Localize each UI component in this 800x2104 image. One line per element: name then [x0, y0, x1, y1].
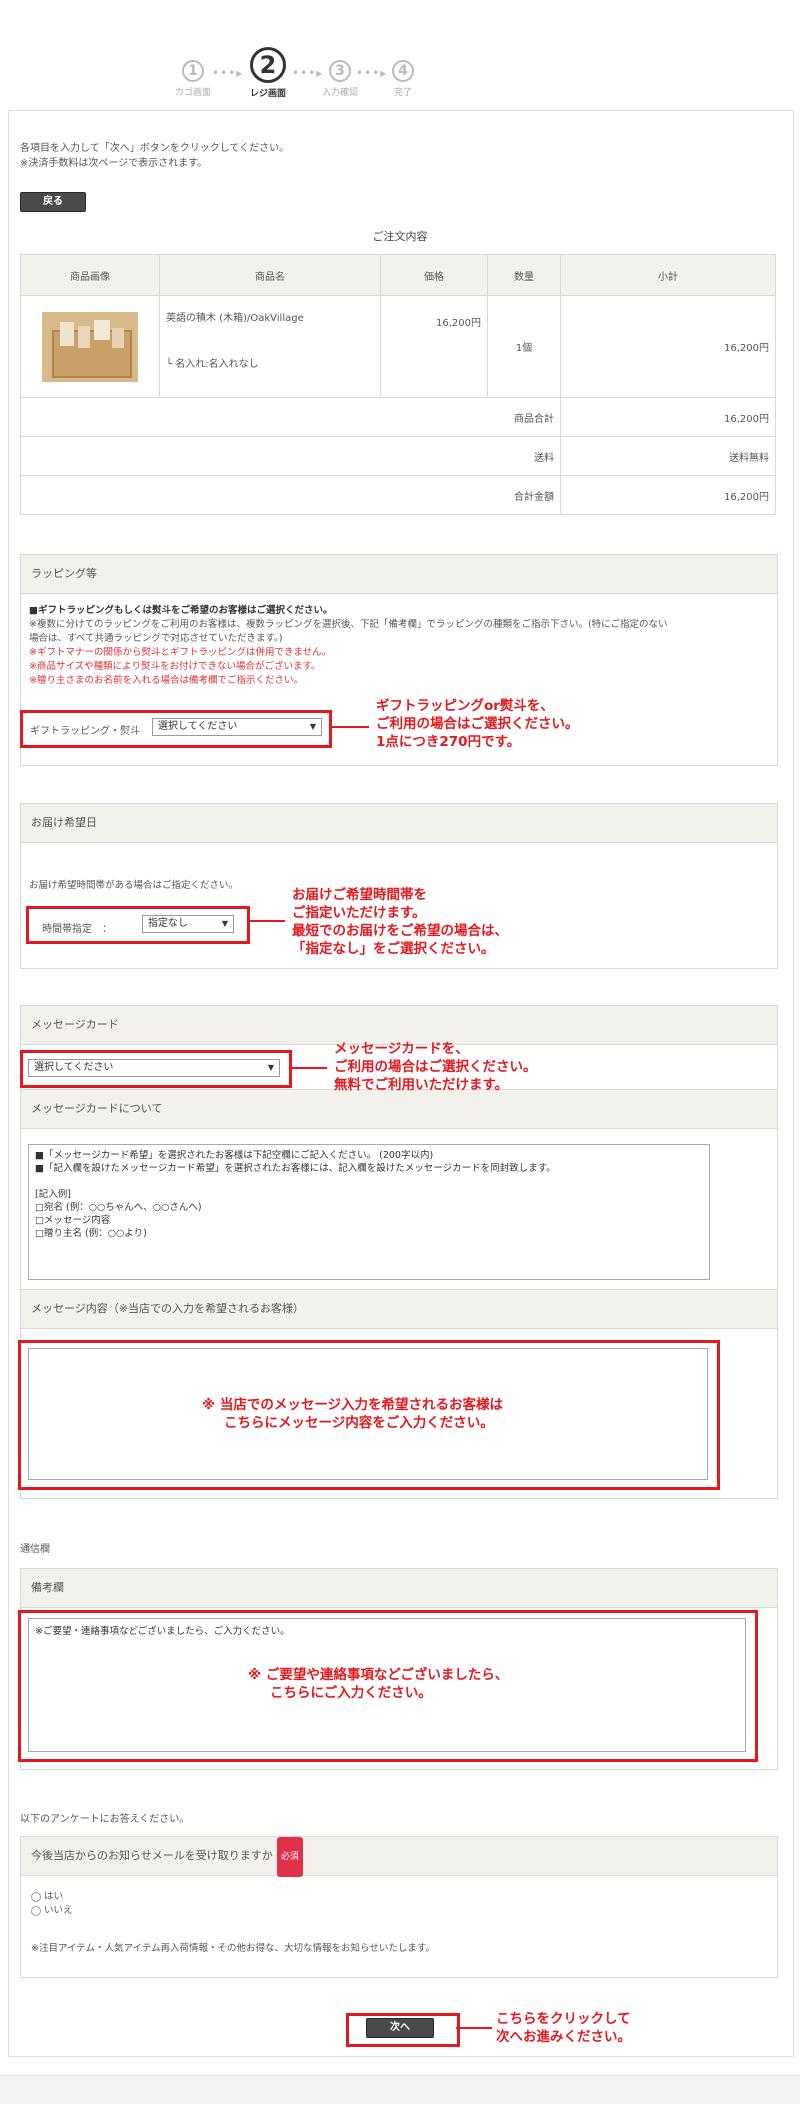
radio-icon[interactable]: [31, 1891, 41, 1902]
select-value: 指定なし: [148, 918, 188, 929]
step-register-current: 2 レジ画面: [243, 47, 293, 99]
dropdown-arrow-icon: ▼: [221, 919, 228, 928]
radio-yes[interactable]: はい: [31, 1890, 769, 1904]
dropdown-arrow-icon: ▼: [309, 722, 316, 731]
step-cart: 1 カゴ画面: [170, 60, 216, 98]
intro-note: ※決済手数料は次ページで表示されます。: [20, 158, 208, 169]
summary-value: 16,200円: [560, 397, 776, 437]
delivery-field-label: 時間帯指定 ：: [42, 924, 112, 935]
summary-row: 合計金額 16,200円: [20, 475, 776, 515]
col-header: 数量: [487, 254, 561, 296]
step-label: 完了: [393, 88, 412, 98]
wrapping-note: 場合は、すべて共通ラッピングで対応させていただきます。): [29, 633, 283, 644]
wrapping-annotation: ギフトラッピングor熨斗を、 ご利用の場合はご選択ください。 1点につき270円…: [376, 698, 579, 750]
remarks-title: 備考欄: [21, 1569, 777, 1608]
survey-options: はい いいえ ※注目アイテム・人気アイテム再入荷情報・その他お得な、大切な情報を…: [21, 1876, 777, 1956]
wrapping-field-label: ギフトラッピング・熨斗: [30, 726, 140, 737]
step-4-icon: 4: [392, 60, 414, 82]
radio-no[interactable]: いいえ: [31, 1904, 769, 1918]
wrapping-warning: ※商品サイズや種類により熨斗をお付けできない場合がございます。: [29, 661, 321, 672]
summary-label: 合計金額: [20, 475, 561, 515]
product-image[interactable]: [42, 311, 138, 382]
message-card-annotation: メッセージカードを、 ご利用の場合はご選択ください。 無料でご利用いただけます。: [334, 1041, 537, 1093]
message-content-title: メッセージ内容（※当店での入力を希望されるお客様）: [21, 1290, 777, 1329]
message-card-info-textarea[interactable]: ■「メッセージカード希望」を選択されたお客様は下記空欄にご記入ください。 (20…: [28, 1144, 710, 1280]
step-2-icon: 2: [250, 47, 286, 83]
step-label: カゴ画面: [174, 88, 211, 98]
intro-line: 各項目を入力して「次へ」ボタンをクリックしてください。: [20, 143, 290, 154]
callout-line: [247, 920, 285, 922]
summary-row: 商品合計 16,200円: [20, 397, 776, 437]
product-subtotal: 16,200円: [560, 295, 776, 398]
next-button[interactable]: 次へ: [366, 2018, 434, 2038]
col-header: 商品画像: [20, 254, 160, 296]
summary-row: 送料 送料無料: [20, 436, 776, 476]
remarks-annotation: ※ ご要望や連絡事項などございましたら、 こちらにご入力ください。: [248, 1667, 509, 1701]
delivery-note: お届け希望時間帯がある場合はご指定ください。: [29, 880, 239, 891]
communication-section-label: 通信欄: [20, 1544, 50, 1555]
delivery-time-select[interactable]: 指定なし ▼: [142, 915, 234, 933]
message-card-select[interactable]: 選択してください ▼: [28, 1059, 280, 1077]
required-badge: 必須: [276, 1837, 303, 1877]
next-annotation: こちらをクリックして 次へお進みください。: [496, 2011, 631, 2045]
product-image-cell: [20, 295, 160, 398]
survey-question: 今後当店からのお知らせメールを受け取りますか 必須: [21, 1837, 777, 1877]
step-arrow: •••▸: [356, 66, 388, 80]
col-header: 小計: [560, 254, 776, 296]
wrapping-bold-note: ■ギフトラッピングもしくは熨斗をご希望のお客様はご選択ください。: [29, 605, 333, 616]
order-header-row: 商品画像 商品名 価格 数量 小計: [20, 254, 776, 296]
product-price: 16,200円: [380, 295, 488, 398]
summary-value: 送料無料: [560, 436, 776, 476]
step-label: 入力確認: [321, 88, 358, 98]
footer-bar: [0, 2075, 800, 2104]
col-header: 価格: [380, 254, 488, 296]
wrapping-notes: ■ギフトラッピングもしくは熨斗をご希望のお客様はご選択ください。 ※複数に分けて…: [21, 594, 777, 688]
step-3-icon: 3: [329, 60, 351, 82]
wrapping-select[interactable]: 選択してください ▼: [152, 718, 322, 736]
delivery-annotation: お届けご希望時間帯を ご指定いただけます。 最短でのお届けをご希望の場合は、 「…: [292, 887, 508, 957]
wrapping-warning: ※贈り主さまのお名前を入れる場合は備考欄でご指示ください。: [29, 675, 303, 686]
callout-line: [456, 2027, 492, 2029]
wrapping-note: ※複数に分けてのラッピングをご利用のお客様は、複数ラッピングを選択後、下記「備考…: [29, 619, 668, 630]
table-row: 英語の積木 (木箱)/OakVillage └ 名入れ:名入れなし 16,200…: [20, 295, 776, 398]
radio-icon[interactable]: [31, 1905, 41, 1916]
select-value: 選択してください: [34, 1062, 114, 1073]
order-title: ご注文内容: [372, 230, 428, 243]
product-name-link[interactable]: 英語の積木 (木箱)/OakVillage: [166, 312, 374, 326]
message-card-about-title: メッセージカードについて: [21, 1090, 777, 1129]
wrapping-title: ラッピング等: [21, 555, 777, 594]
survey-note: ※注目アイテム・人気アイテム再入荷情報・その他お得な、大切な情報をお知らせいたし…: [31, 1943, 435, 1954]
product-option: └ 名入れ:名入れなし: [166, 359, 259, 370]
step-label: レジ画面: [249, 89, 286, 99]
step-arrow: •••▸: [212, 66, 244, 80]
message-content-annotation: ※ 当店でのメッセージ入力を希望されるお客様は こちらにメッセージ内容をご入力く…: [202, 1397, 504, 1431]
delivery-title: お届け希望日: [21, 804, 777, 843]
order-table: 商品画像 商品名 価格 数量 小計 英語の積木 (木箱)/OakVillage …: [20, 254, 776, 515]
dropdown-arrow-icon: ▼: [267, 1063, 274, 1072]
col-header: 商品名: [159, 254, 381, 296]
product-qty: 1個: [487, 295, 561, 398]
summary-label: 商品合計: [20, 397, 561, 437]
back-button[interactable]: 戻る: [20, 192, 86, 212]
callout-line: [289, 1067, 327, 1069]
callout-line: [329, 726, 369, 728]
select-value: 選択してください: [158, 721, 238, 732]
summary-label: 送料: [20, 436, 561, 476]
intro-text: 各項目を入力して「次へ」ボタンをクリックしてください。 ※決済手数料は次ページで…: [20, 141, 289, 171]
step-complete: 4 完了: [386, 60, 420, 98]
summary-value: 16,200円: [560, 475, 776, 515]
survey-intro: 以下のアンケートにお答えください。: [20, 1814, 190, 1825]
step-1-icon: 1: [182, 60, 204, 82]
wrapping-warning: ※ギフトマナーの関係から熨斗とギフトラッピングは併用できません。: [29, 647, 332, 658]
product-name-cell: 英語の積木 (木箱)/OakVillage └ 名入れ:名入れなし: [159, 295, 381, 398]
survey-panel: 今後当店からのお知らせメールを受け取りますか 必須 はい いいえ ※注目アイテム・…: [20, 1836, 778, 1978]
